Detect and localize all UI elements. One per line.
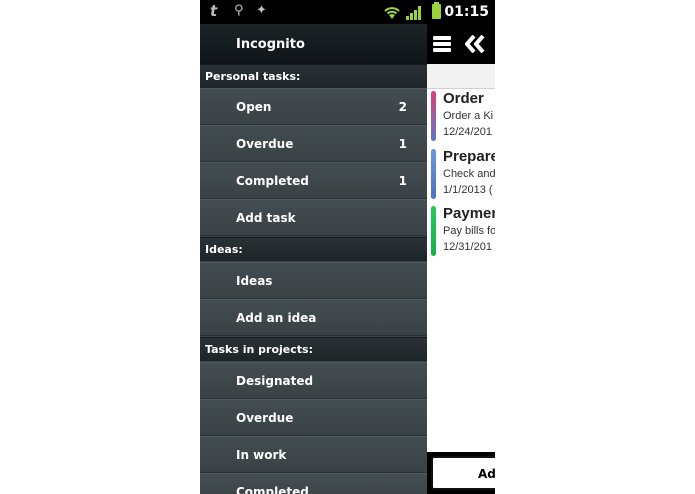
- collapse-drawer-icon[interactable]: [464, 35, 486, 53]
- task-color-bar: [431, 91, 436, 141]
- drawer-item-open[interactable]: Open 2: [200, 88, 427, 125]
- navigation-drawer: Incognito Personal tasks: Open 2 Overdue…: [200, 24, 427, 494]
- section-label: Personal tasks:: [205, 70, 301, 83]
- item-label: Overdue: [236, 411, 294, 425]
- task-title: Order: [443, 90, 484, 107]
- tapatalk-icon: t: [210, 2, 218, 20]
- item-label: Completed: [236, 174, 309, 188]
- wifi-icon: [384, 7, 400, 19]
- item-count-badge: 1: [398, 137, 407, 151]
- task-title: Paymen: [443, 205, 495, 222]
- item-count-badge: 2: [398, 100, 407, 114]
- drawer-header: Incognito: [200, 24, 427, 64]
- task-card[interactable]: Prepare Check and 1/1/2013 (: [427, 146, 495, 201]
- phone-screen: t ⚲ ✦ 01:15 Order Order a Ki 12/24/201 P: [200, 0, 495, 494]
- task-date: 12/31/201: [443, 241, 492, 253]
- section-header-personal-tasks: Personal tasks:: [200, 64, 427, 88]
- drawer-item-ideas[interactable]: Ideas: [200, 262, 427, 299]
- menu-icon[interactable]: [433, 36, 451, 52]
- item-label: Ideas: [236, 274, 273, 288]
- task-color-bar: [431, 206, 436, 256]
- drawer-item-designated[interactable]: Designated: [200, 362, 427, 399]
- task-list-panel: Order Order a Ki 12/24/201 Prepare Check…: [427, 24, 495, 494]
- task-description: Order a Ki: [443, 110, 494, 122]
- section-label: Ideas:: [205, 243, 243, 256]
- add-button[interactable]: Add: [431, 456, 495, 490]
- section-label: Tasks in projects:: [205, 343, 313, 356]
- section-header-ideas: Ideas:: [200, 237, 427, 261]
- task-list-toolbar: [427, 64, 495, 89]
- item-label: Completed: [236, 485, 309, 494]
- task-date: 12/24/201: [443, 126, 492, 138]
- task-title: Prepare: [443, 148, 495, 165]
- drawer-item-add-idea[interactable]: Add an idea: [200, 299, 427, 336]
- task-color-bar: [431, 149, 436, 199]
- drawer-item-project-overdue[interactable]: Overdue: [200, 399, 427, 436]
- item-label: Add task: [236, 211, 296, 225]
- usb-icon: ⚲: [234, 3, 244, 18]
- item-label: Open: [236, 100, 272, 114]
- drawer-item-in-work[interactable]: In work: [200, 436, 427, 473]
- clock: 01:15: [444, 4, 489, 20]
- task-date: 1/1/2013 (: [443, 184, 493, 196]
- task-description: Pay bills fo: [443, 225, 495, 237]
- drawer-item-add-task[interactable]: Add task: [200, 199, 427, 236]
- android-debug-icon: ✦: [256, 3, 267, 18]
- status-bar: t ⚲ ✦ 01:15: [200, 0, 495, 24]
- signal-icon: [406, 4, 424, 20]
- drawer-item-overdue[interactable]: Overdue 1: [200, 125, 427, 162]
- task-card[interactable]: Paymen Pay bills fo 12/31/201: [427, 203, 495, 258]
- battery-icon: [432, 2, 441, 19]
- item-label: Designated: [236, 374, 314, 388]
- item-label: Overdue: [236, 137, 294, 151]
- item-count-badge: 1: [398, 174, 407, 188]
- drawer-item-project-completed[interactable]: Completed: [200, 473, 427, 494]
- drawer-title[interactable]: Incognito: [236, 37, 305, 52]
- item-label: In work: [236, 448, 287, 462]
- task-description: Check and: [443, 168, 495, 180]
- section-header-tasks-in-projects: Tasks in projects:: [200, 337, 427, 361]
- drawer-item-completed[interactable]: Completed 1: [200, 162, 427, 199]
- task-card[interactable]: Order Order a Ki 12/24/201: [427, 88, 495, 143]
- item-label: Add an idea: [236, 311, 317, 325]
